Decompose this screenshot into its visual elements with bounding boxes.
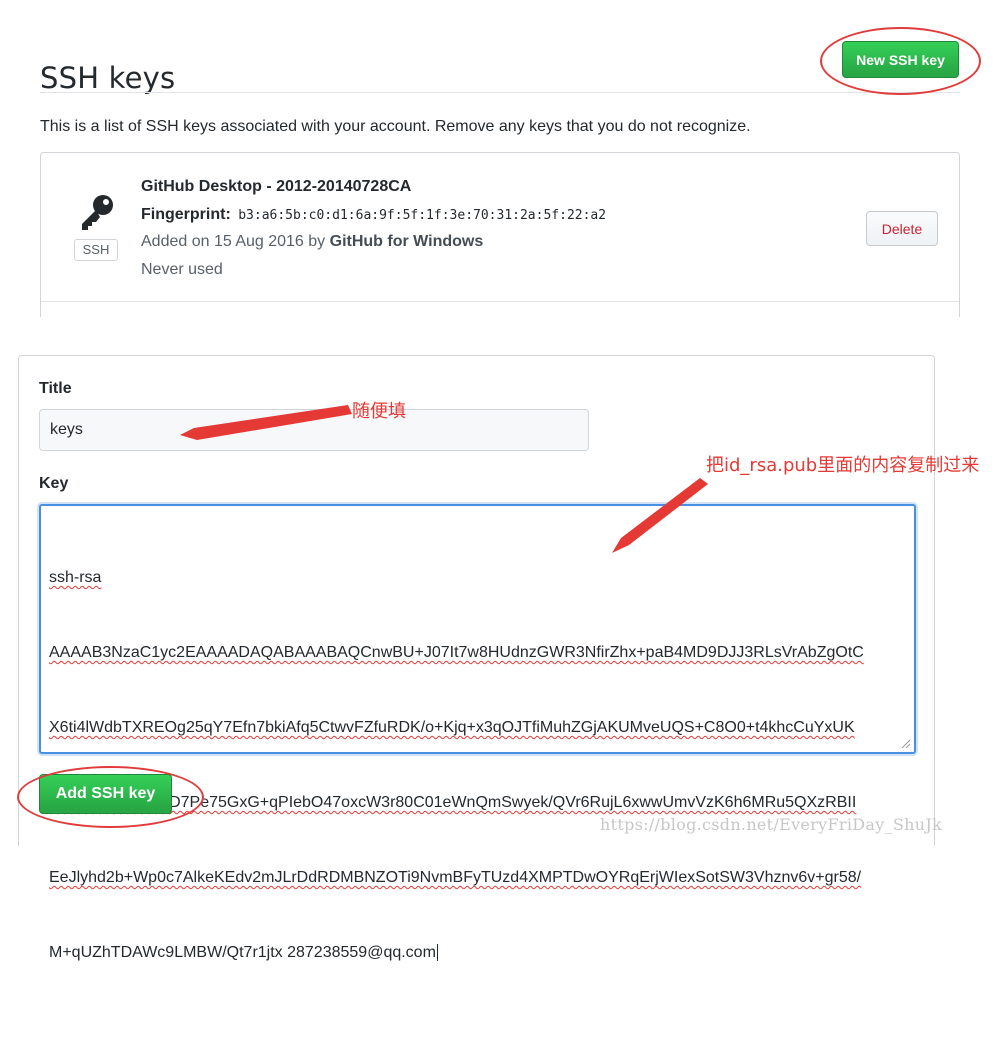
key-line: X6ti4lWdbTXREOg25qY7Efn7bkiAfq5CtwvFZfuR… (49, 719, 855, 736)
key-line: AAAAB3NzaC1yc2EAAAADAQABAAABAQCnwBU+J07I… (49, 644, 864, 661)
list-divider (41, 301, 959, 302)
key-line: ssh-rsa (49, 569, 102, 586)
usage-status: Never used (141, 261, 223, 278)
key-annotation: 把id_rsa.pub里面的内容复制过来 (706, 455, 980, 476)
watermark: https://blog.csdn.net/EveryFriDay_ShuJk (600, 815, 943, 834)
key-textarea[interactable]: ssh-rsa AAAAB3NzaC1yc2EAAAADAQABAAABAQCn… (39, 504, 916, 961)
add-key-form: Title Key ssh-rsa AAAAB3NzaC1yc2EAAAADAQ… (18, 355, 935, 961)
added-prefix: Added on 15 Aug 2016 by (141, 233, 326, 250)
delete-key-button[interactable]: Delete (866, 211, 938, 246)
fingerprint-value: b3:a6:5b:c0:d1:6a:9f:5f:1f:3e:70:31:2a:5… (238, 208, 607, 223)
add-ssh-key-button[interactable]: Add SSH key (39, 774, 172, 814)
key-line: M+qUZhTDAWc9LMBW/Qt7r1jtx 287238559@qq.c… (49, 944, 438, 961)
key-icon (82, 195, 113, 230)
key-line: hIjAjib5gEG9y8ZD7Pe75GxG+qPIebO47oxcW3r8… (49, 794, 857, 811)
page-title: SSH keys (40, 61, 176, 96)
title-annotation: 随便填 (352, 401, 406, 422)
title-divider (40, 92, 960, 93)
ssh-key-list-item: SSH GitHub Desktop - 2012-20140728CA Fin… (40, 152, 960, 317)
key-line: EeJlyhd2b+Wp0c7AlkeKEdv2mJLrDdRDMBNZOTi9… (49, 869, 862, 886)
fingerprint-row: Fingerprint: b3:a6:5b:c0:d1:6a:9f:5f:1f:… (141, 206, 606, 224)
fingerprint-label: Fingerprint: (141, 206, 231, 223)
title-label: Title (39, 380, 72, 397)
added-info: Added on 15 Aug 2016 by GitHub for Windo… (141, 233, 483, 251)
key-label: Key (39, 475, 69, 492)
key-title: GitHub Desktop - 2012-20140728CA (141, 178, 412, 195)
added-by: GitHub for Windows (329, 233, 484, 250)
new-ssh-key-button[interactable]: New SSH key (842, 41, 959, 78)
ssh-badge: SSH (74, 239, 118, 261)
intro-text: This is a list of SSH keys associated wi… (40, 118, 751, 135)
resize-grip-icon[interactable] (900, 738, 910, 748)
title-input[interactable] (39, 409, 589, 451)
